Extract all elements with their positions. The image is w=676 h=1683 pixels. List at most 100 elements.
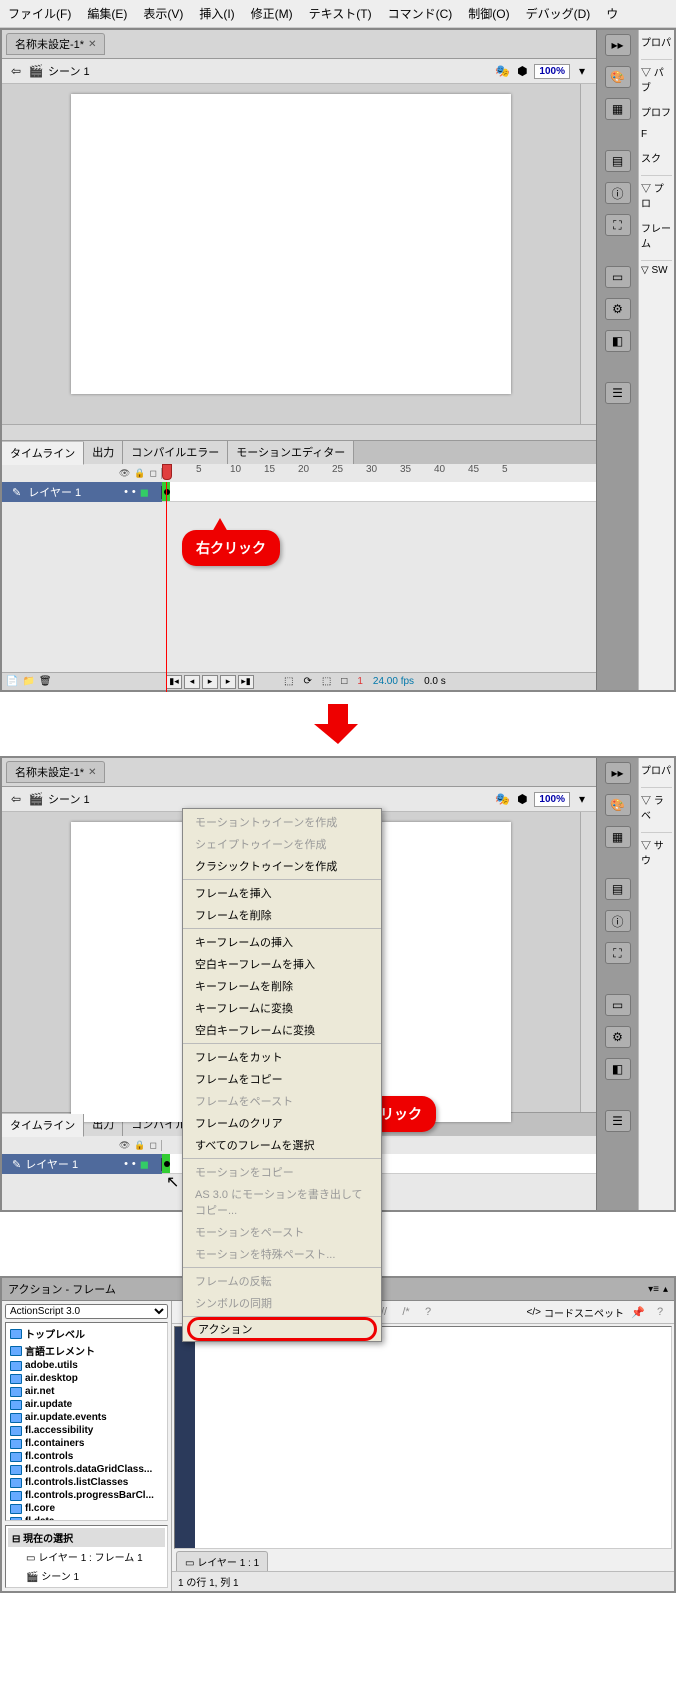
horizontal-scrollbar[interactable] (2, 424, 596, 440)
motion-presets-icon[interactable]: ◧ (605, 1058, 631, 1080)
onion-skin-icon[interactable]: ⬚ (284, 676, 293, 687)
menu-commands[interactable]: コマンド(C) (380, 2, 461, 25)
expand-panels-icon[interactable]: ▸▸ (605, 34, 631, 56)
script-navigator[interactable]: ⊟ 現在の選択 ▭ レイヤー 1 : フレーム 1 🎬 シーン 1 (5, 1525, 168, 1588)
info-icon[interactable]: ⓘ (605, 910, 631, 932)
document-tab[interactable]: 名称未設定-1* ✕ (6, 33, 105, 55)
help-icon-2[interactable]: ? (652, 1304, 668, 1320)
toolbox-item[interactable]: air.update (8, 1398, 165, 1411)
ctx-clear-keyframe[interactable]: キーフレームを削除 (183, 975, 381, 997)
ctx-convert-blank-keyframe[interactable]: 空白キーフレームに変換 (183, 1019, 381, 1041)
play-button[interactable]: ▸ (202, 675, 218, 689)
library-icon[interactable]: ▭ (605, 266, 631, 288)
code-snippets-button[interactable]: </> コードスニペット (527, 1305, 624, 1320)
vertical-scrollbar[interactable] (580, 84, 596, 424)
ctx-select-all-frames[interactable]: すべてのフレームを選択 (183, 1134, 381, 1156)
menu-modify[interactable]: 修正(M) (243, 2, 301, 25)
actionscript-version-select[interactable]: ActionScript 3.0 (5, 1304, 168, 1319)
timeline-ruler[interactable]: 1 5 10 15 20 25 30 35 40 45 5 (162, 464, 596, 482)
timeline-frames[interactable] (162, 482, 596, 502)
color-swatches-icon[interactable]: 🎨 (605, 794, 631, 816)
center-frame-icon[interactable]: ⟳ (303, 676, 311, 687)
info-icon[interactable]: ⓘ (605, 182, 631, 204)
next-frame-button[interactable]: ▸ (220, 675, 236, 689)
vertical-scrollbar[interactable] (580, 812, 596, 1112)
new-layer-icon[interactable]: 📄 (6, 676, 18, 687)
uncomment-icon[interactable]: /* (398, 1304, 414, 1320)
first-frame-button[interactable]: ▮◂ (166, 675, 182, 689)
menu-insert[interactable]: 挿入(I) (191, 2, 242, 25)
menu-window[interactable]: ウ (598, 2, 626, 25)
ctx-copy-frames[interactable]: フレームをコピー (183, 1068, 381, 1090)
toolbox-item[interactable]: fl.controls.listClasses (8, 1476, 165, 1489)
close-tab-icon[interactable]: ✕ (88, 767, 96, 778)
project-icon[interactable]: ☰ (605, 1110, 631, 1132)
ctx-remove-frame[interactable]: フレームを削除 (183, 904, 381, 926)
zoom-level[interactable]: 100% (534, 64, 570, 79)
lock-icon[interactable]: 🔒 (134, 468, 145, 479)
menu-control[interactable]: 制御(O) (460, 2, 517, 25)
align-icon[interactable]: ▤ (605, 878, 631, 900)
toolbox-item[interactable]: air.update.events (8, 1411, 165, 1424)
toolbox-item[interactable]: 言語エレメント (8, 1342, 165, 1359)
layer-toggles[interactable]: • • ◼ (112, 486, 162, 499)
edit-symbol-icon[interactable]: ⬢ (514, 791, 530, 807)
menu-bar[interactable]: ファイル(F) 編集(E) 表示(V) 挿入(I) 修正(M) テキスト(T) … (0, 0, 676, 28)
ctx-insert-blank-keyframe[interactable]: 空白キーフレームを挿入 (183, 953, 381, 975)
toolbox-item[interactable]: fl.containers (8, 1437, 165, 1450)
menu-text[interactable]: テキスト(T) (301, 2, 380, 25)
ctx-insert-keyframe[interactable]: キーフレームの挿入 (183, 931, 381, 953)
new-folder-icon[interactable]: 📁 (22, 676, 34, 687)
tab-timeline[interactable]: タイムライン (2, 1114, 84, 1137)
layer-name[interactable]: ✎ レイヤー 1 (2, 484, 112, 500)
collapse-panel-icon[interactable]: ▴ (663, 1284, 668, 1295)
toolbox-item[interactable]: adobe.utils (8, 1359, 165, 1372)
tab-compiler-errors[interactable]: コンパイルエラー (123, 441, 228, 464)
close-tab-icon[interactable]: ✕ (88, 39, 96, 50)
back-arrow-icon[interactable]: ⇦ (8, 63, 24, 79)
layer-lock-icon[interactable]: • (132, 486, 136, 498)
align-icon[interactable]: ▤ (605, 150, 631, 172)
components-icon[interactable]: ⚙ (605, 1026, 631, 1048)
ctx-cut-frames[interactable]: フレームをカット (183, 1046, 381, 1068)
help-icon[interactable]: ? (420, 1304, 436, 1320)
frame-context-menu[interactable]: モーショントゥイーンを作成 シェイプトゥイーンを作成 クラシックトゥイーンを作成… (182, 808, 382, 1342)
edit-scene-icon[interactable]: 🎭 (494, 791, 510, 807)
menu-debug[interactable]: デバッグ(D) (518, 2, 599, 25)
actionscript-toolbox[interactable]: トップレベル 言語エレメント adobe.utils air.desktop a… (5, 1322, 168, 1521)
menu-view[interactable]: 表示(V) (135, 2, 191, 25)
document-tab[interactable]: 名称未設定-1* ✕ (6, 761, 105, 783)
ctx-actions[interactable]: アクション (187, 1317, 377, 1341)
menu-edit[interactable]: 編集(E) (79, 2, 135, 25)
stage[interactable] (71, 94, 511, 394)
code-text-area[interactable] (195, 1327, 671, 1548)
motion-presets-icon[interactable]: ◧ (605, 330, 631, 352)
ctx-convert-keyframe[interactable]: キーフレームに変換 (183, 997, 381, 1019)
toolbox-item[interactable]: fl.accessibility (8, 1424, 165, 1437)
playhead[interactable] (162, 464, 172, 480)
transform-icon[interactable]: ⛶ (605, 942, 631, 964)
eye-icon[interactable]: 👁 (119, 468, 130, 479)
current-selection-scene[interactable]: 🎬 シーン 1 (8, 1566, 165, 1585)
tab-motion-editor[interactable]: モーションエディター (228, 441, 354, 464)
project-icon[interactable]: ☰ (605, 382, 631, 404)
toolbox-item[interactable]: fl.controls.progressBarCl... (8, 1489, 165, 1502)
zoom-level[interactable]: 100% (534, 792, 570, 807)
layer-row[interactable]: ✎ レイヤー 1 • • ◼ (2, 482, 596, 502)
tab-output[interactable]: 出力 (84, 441, 123, 464)
back-arrow-icon[interactable]: ⇦ (8, 791, 24, 807)
transform-icon[interactable]: ⛶ (605, 214, 631, 236)
keyframe-icon[interactable] (164, 489, 170, 495)
toolbox-item[interactable]: fl.controls.dataGridClass... (8, 1463, 165, 1476)
delete-layer-icon[interactable]: 🗑 (39, 676, 52, 687)
onion-outlines-icon[interactable]: □ (341, 676, 347, 687)
library-icon[interactable]: ▭ (605, 994, 631, 1016)
panel-menu-icon[interactable]: ▾≡ (648, 1284, 659, 1295)
toolbox-item[interactable]: トップレベル (8, 1325, 165, 1342)
toolbox-item[interactable]: fl.controls (8, 1450, 165, 1463)
menu-file[interactable]: ファイル(F) (0, 2, 79, 25)
zoom-dropdown-icon[interactable]: ▾ (574, 791, 590, 807)
script-tab[interactable]: ▭ レイヤー 1 : 1 (176, 1551, 268, 1571)
ctx-clear-frames[interactable]: フレームのクリア (183, 1112, 381, 1134)
components-icon[interactable]: ⚙ (605, 298, 631, 320)
